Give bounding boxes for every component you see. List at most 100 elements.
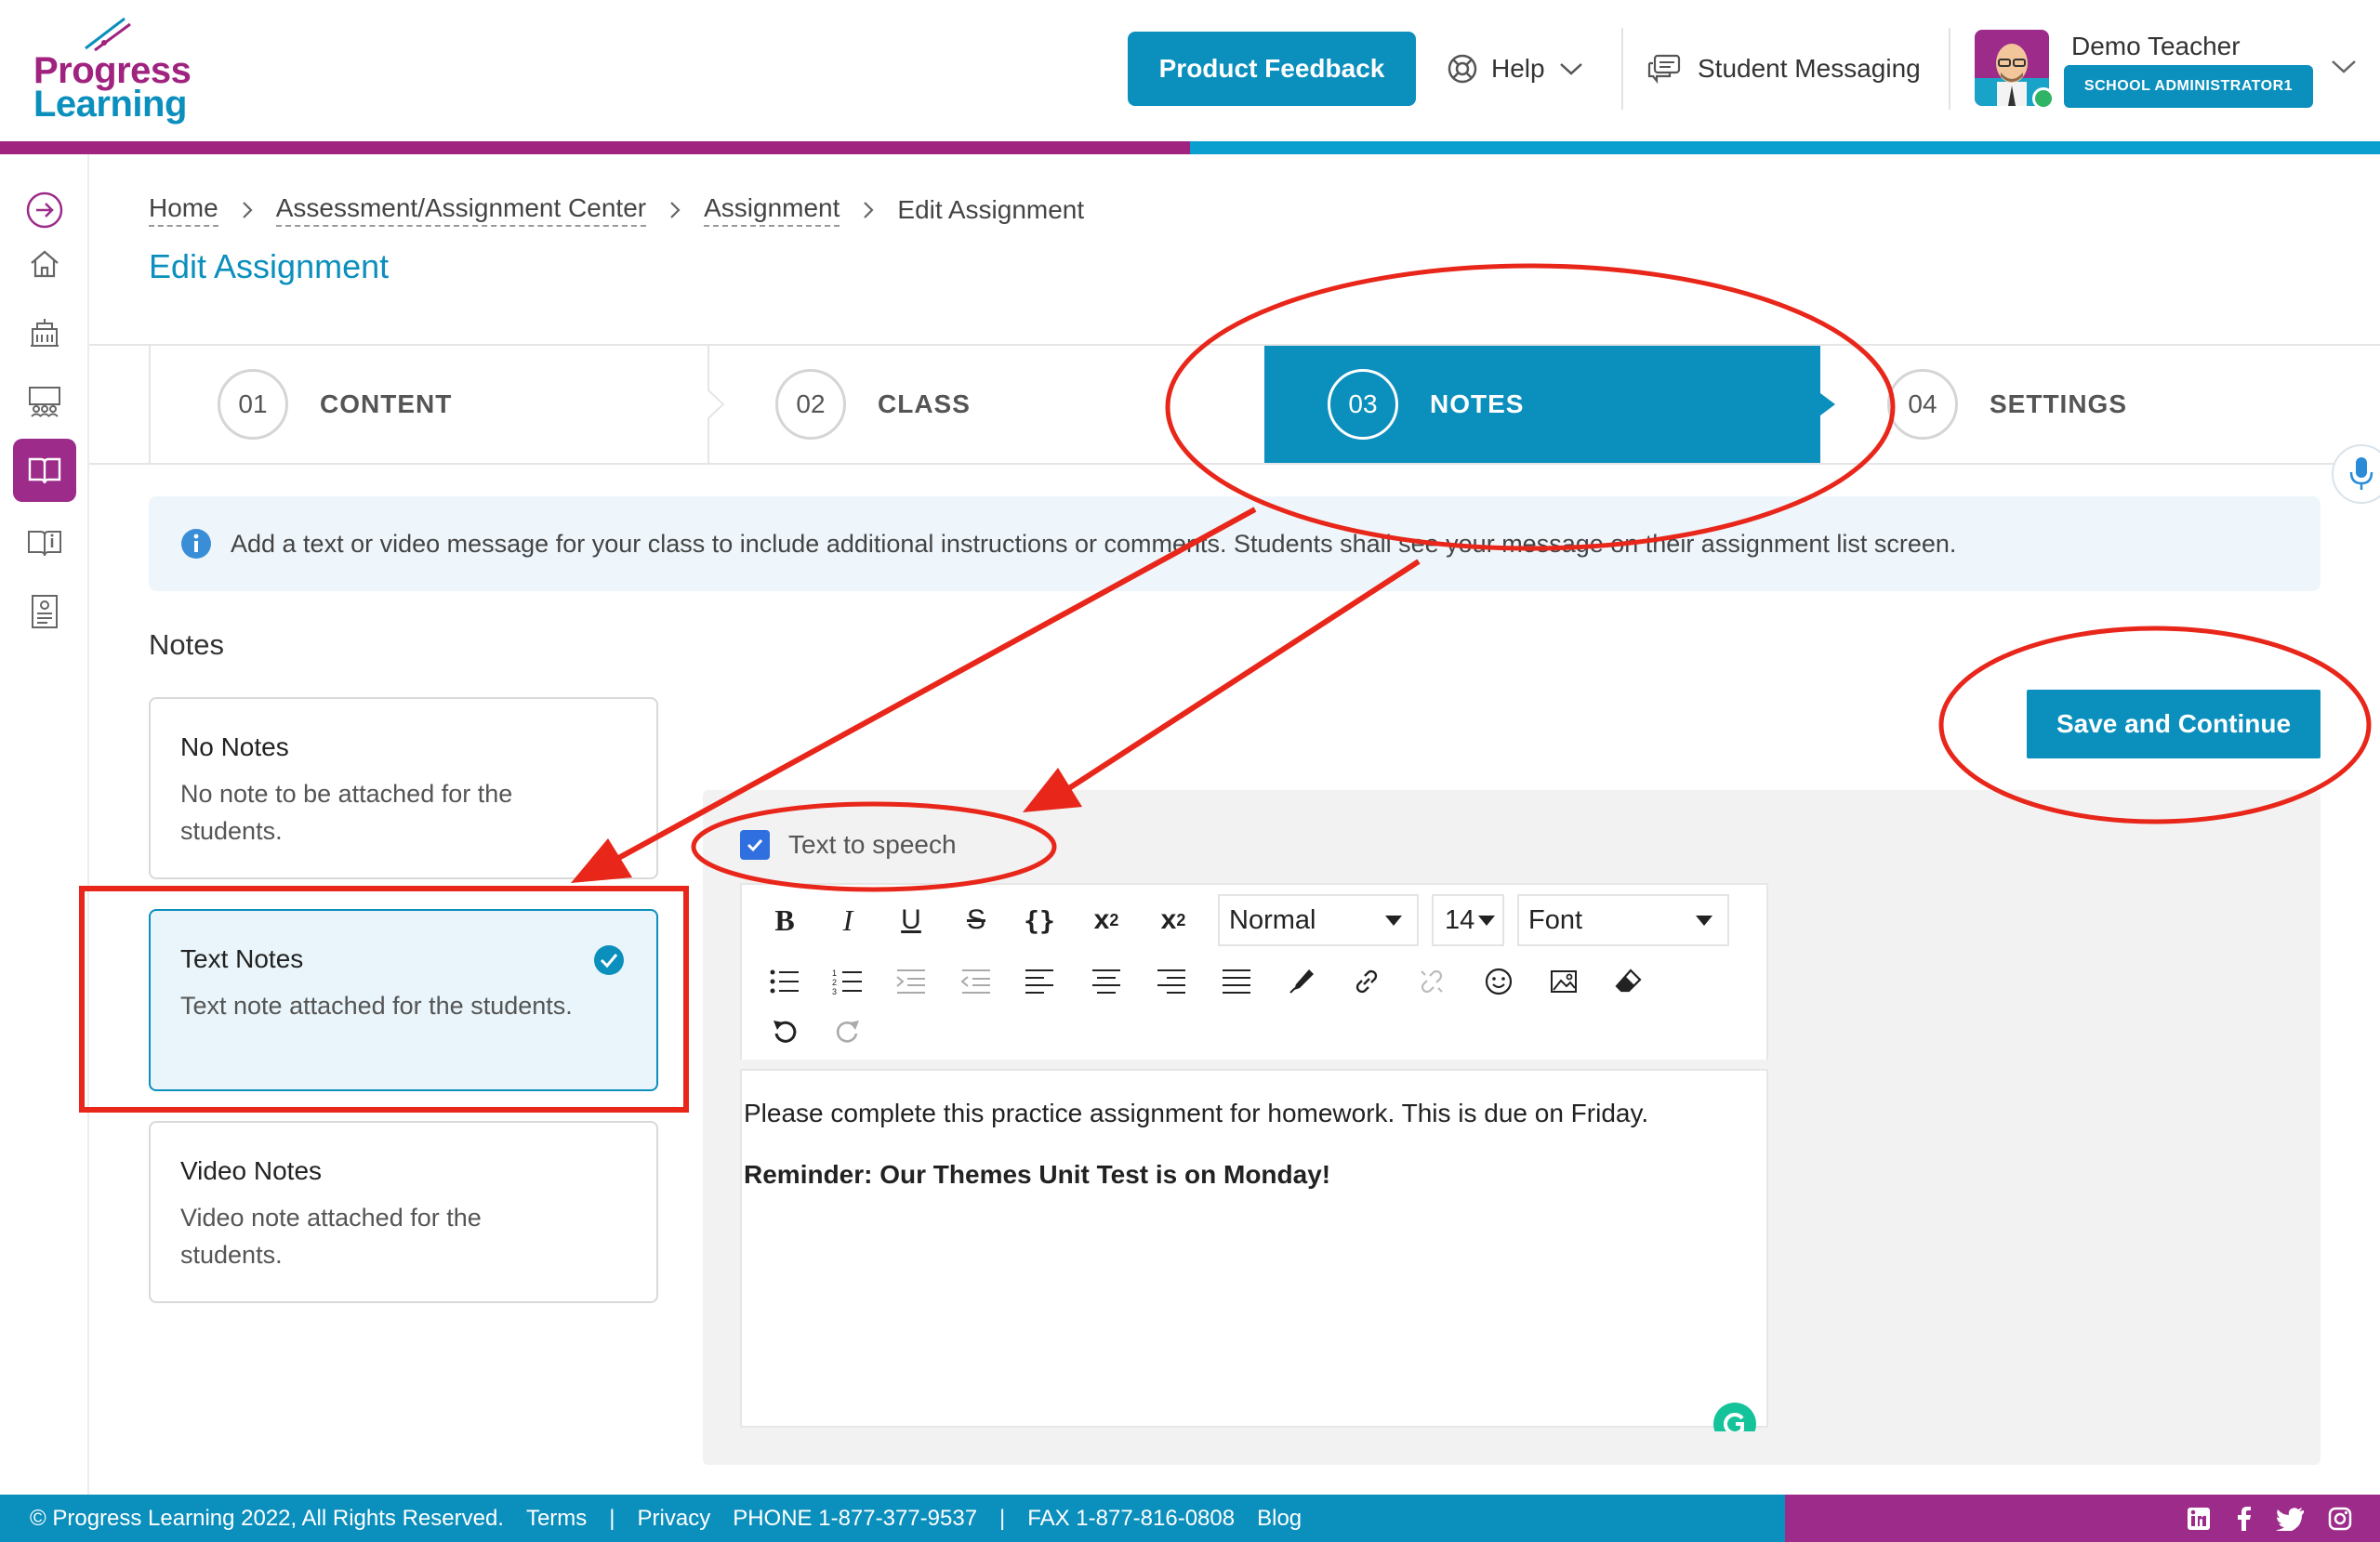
indent-icon[interactable] (889, 961, 933, 1002)
classroom-icon (29, 387, 60, 417)
align-justify-icon[interactable] (1214, 961, 1259, 1002)
step-number: 01 (218, 369, 288, 440)
sidebar-item-school[interactable] (13, 301, 76, 364)
outdent-icon[interactable] (954, 961, 998, 1002)
lifebuoy-icon (1448, 54, 1477, 84)
instagram-icon[interactable] (2328, 1507, 2352, 1531)
note-option-video-notes[interactable]: Video Notes Video note attached for the … (149, 1121, 658, 1303)
chat-bubbles-icon (1647, 54, 1681, 84)
chevron-right-icon (862, 200, 875, 220)
sidebar-item-home[interactable] (13, 232, 76, 296)
code-block-icon[interactable]: {} (1017, 900, 1062, 941)
sidebar-item-assignments[interactable] (13, 439, 76, 502)
subscript-icon[interactable]: x2 (1151, 900, 1196, 941)
editor-paragraph: Please complete this practice assignment… (744, 1099, 1649, 1127)
user-name: Demo Teacher (2071, 32, 2241, 60)
save-and-continue-button[interactable]: Save and Continue (2027, 690, 2320, 758)
footer-separator: | (999, 1505, 1006, 1531)
footer-terms-link[interactable]: Terms (526, 1506, 587, 1532)
bold-icon[interactable]: B (762, 900, 807, 941)
checkbox-checked-icon (740, 830, 770, 860)
footer-blog-link[interactable]: Blog (1257, 1506, 1302, 1532)
note-option-description: Video note attached for the students. (180, 1204, 482, 1269)
rich-text-toolbar: B I U S {} x2 x2 Normal 14 Font 123 (740, 883, 1768, 1060)
bullet-list-icon[interactable] (762, 961, 807, 1002)
superscript-icon[interactable]: x2 (1084, 900, 1129, 941)
user-role-badge: SCHOOL ADMINISTRATOR1 (2064, 65, 2313, 108)
help-menu[interactable]: Help (1447, 50, 1584, 87)
format-select[interactable]: Normal (1218, 894, 1419, 946)
align-left-icon[interactable] (1017, 961, 1062, 1002)
step-class[interactable]: 02 CLASS (775, 346, 1259, 463)
color-picker-icon[interactable] (1279, 961, 1324, 1002)
note-option-text-notes[interactable]: Text Notes Text note attached for the st… (149, 909, 658, 1091)
emoji-icon[interactable] (1476, 961, 1521, 1002)
step-notes[interactable]: 03 NOTES (1264, 346, 1820, 463)
breadcrumb-assessment-center[interactable]: Assessment/Assignment Center (275, 193, 647, 227)
info-text: Add a text or video message for your cla… (231, 529, 1957, 558)
twitter-icon[interactable] (2276, 1507, 2304, 1531)
check-circle-icon (594, 945, 624, 975)
library-icon (28, 531, 61, 557)
undo-icon[interactable] (762, 1011, 807, 1052)
top-header: Progress Learning Product Feedback Help … (0, 0, 2380, 141)
step-number: 02 (775, 369, 846, 440)
linkedin-icon[interactable] (2187, 1507, 2211, 1531)
step-content[interactable]: 01 CONTENT (218, 346, 701, 463)
font-family-value: Font (1528, 904, 1583, 935)
voice-input-button[interactable] (2332, 444, 2380, 504)
left-sidebar (0, 154, 89, 1495)
active-step-arrow (1820, 393, 1835, 415)
italic-icon[interactable]: I (826, 900, 870, 941)
page-footer: © Progress Learning 2022, All Rights Res… (0, 1495, 2380, 1542)
brand-bar-magenta (0, 141, 1190, 154)
breadcrumb-home[interactable]: Home (149, 193, 218, 227)
product-feedback-button[interactable]: Product Feedback (1128, 32, 1416, 106)
sidebar-item-reports[interactable] (13, 580, 76, 643)
book-open-icon (28, 457, 61, 484)
step-label: NOTES (1430, 389, 1525, 418)
progress-learning-logo[interactable]: Progress Learning (33, 15, 201, 126)
breadcrumb-assignment[interactable]: Assignment (704, 193, 840, 227)
note-option-title: Video Notes (180, 1156, 323, 1185)
grammarly-icon[interactable] (1712, 1402, 1757, 1431)
text-to-speech-checkbox[interactable]: Text to speech (740, 830, 957, 860)
sidebar-item-classroom[interactable] (13, 370, 76, 433)
note-text-editor[interactable]: Please complete this practice assignment… (740, 1069, 1768, 1428)
footer-privacy-link[interactable]: Privacy (638, 1506, 711, 1532)
link-icon[interactable] (1344, 961, 1389, 1002)
clear-formatting-eraser-icon[interactable] (1606, 961, 1651, 1002)
chevron-right-icon (241, 200, 254, 220)
numbered-list-icon[interactable]: 123 (826, 961, 870, 1002)
sidebar-item-library[interactable] (13, 511, 76, 574)
facebook-icon[interactable] (2235, 1506, 2252, 1532)
notes-info-banner: Add a text or video message for your cla… (149, 496, 2320, 591)
footer-separator: | (609, 1505, 615, 1531)
align-center-icon[interactable] (1084, 961, 1129, 1002)
format-value: Normal (1229, 904, 1316, 935)
text-to-speech-label: Text to speech (788, 830, 957, 859)
logo-word-learning: Learning (33, 84, 187, 125)
redo-icon[interactable] (826, 1011, 870, 1052)
note-option-title: No Notes (180, 732, 289, 761)
user-menu-chevron-icon[interactable] (2330, 58, 2358, 76)
font-size-select[interactable]: 14 (1432, 894, 1504, 946)
chevron-down-icon (1559, 63, 1582, 75)
align-right-icon[interactable] (1149, 961, 1194, 1002)
strikethrough-icon[interactable]: S (954, 900, 998, 941)
unlink-icon[interactable] (1409, 961, 1454, 1002)
step-settings[interactable]: 04 SETTINGS (1887, 346, 2352, 463)
note-option-no-notes[interactable]: No Notes No note to be attached for the … (149, 697, 658, 879)
step-label: CONTENT (320, 389, 453, 418)
student-messaging-link[interactable]: Student Messaging (1647, 50, 1921, 87)
step-label: SETTINGS (1990, 389, 2128, 418)
step-number: 04 (1887, 369, 1958, 440)
font-size-value: 14 (1445, 904, 1475, 935)
image-icon[interactable] (1541, 961, 1586, 1002)
font-family-select[interactable]: Font (1517, 894, 1729, 946)
footer-phone: PHONE 1-877-377-9537 (733, 1505, 978, 1531)
step-divider (149, 346, 151, 463)
home-icon (31, 250, 59, 278)
underline-icon[interactable]: U (889, 900, 933, 941)
messaging-label: Student Messaging (1698, 54, 1921, 83)
